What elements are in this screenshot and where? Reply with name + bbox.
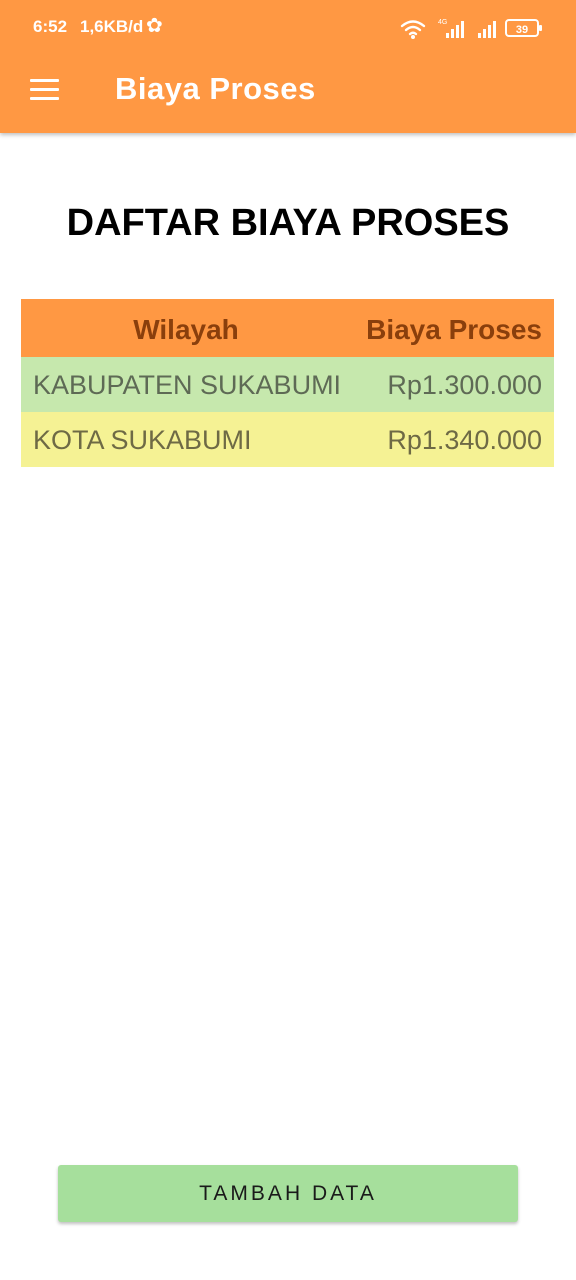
cell-wilayah: KABUPATEN SUKABUMI	[33, 370, 342, 400]
tambah-data-button[interactable]: TAMBAH DATA	[58, 1165, 518, 1222]
gear-icon: ✿	[146, 15, 163, 37]
signal-icon-2	[478, 21, 496, 38]
app-bar-title: Biaya Proses	[115, 71, 316, 106]
status-time: 6:52	[33, 17, 68, 36]
signal-icon	[446, 21, 464, 38]
column-header-wilayah: Wilayah	[133, 314, 239, 345]
status-icons: 4G 39	[400, 19, 542, 39]
page-title: DAFTAR BIAYA PROSES	[66, 202, 510, 244]
network-type: 4G	[438, 19, 447, 26]
battery-icon: 39	[505, 19, 542, 37]
column-header-biaya-proses: Biaya Proses	[366, 314, 542, 345]
cell-wilayah: KOTA SUKABUMI	[33, 425, 252, 455]
app-bar: 6:52 1,6KB/d ✿ 4G 39 Biaya Proses	[0, 0, 576, 133]
table-header: Wilayah Biaya Proses	[21, 299, 554, 357]
network-speed: 1,6KB/d	[80, 17, 144, 36]
wifi-icon	[400, 20, 426, 36]
battery-level: 39	[516, 24, 528, 36]
cell-biaya: Rp1.340.000	[387, 425, 542, 455]
table-row[interactable]: KOTA SUKABUMI Rp1.340.000	[21, 412, 554, 467]
hamburger-menu-icon[interactable]	[28, 76, 62, 104]
cost-table: Wilayah Biaya Proses KABUPATEN SUKABUMI …	[21, 299, 554, 467]
cell-biaya: Rp1.300.000	[387, 370, 542, 400]
status-bar: 6:52 1,6KB/d ✿ 4G 39	[0, 0, 576, 56]
table-row[interactable]: KABUPATEN SUKABUMI Rp1.300.000	[21, 357, 554, 412]
